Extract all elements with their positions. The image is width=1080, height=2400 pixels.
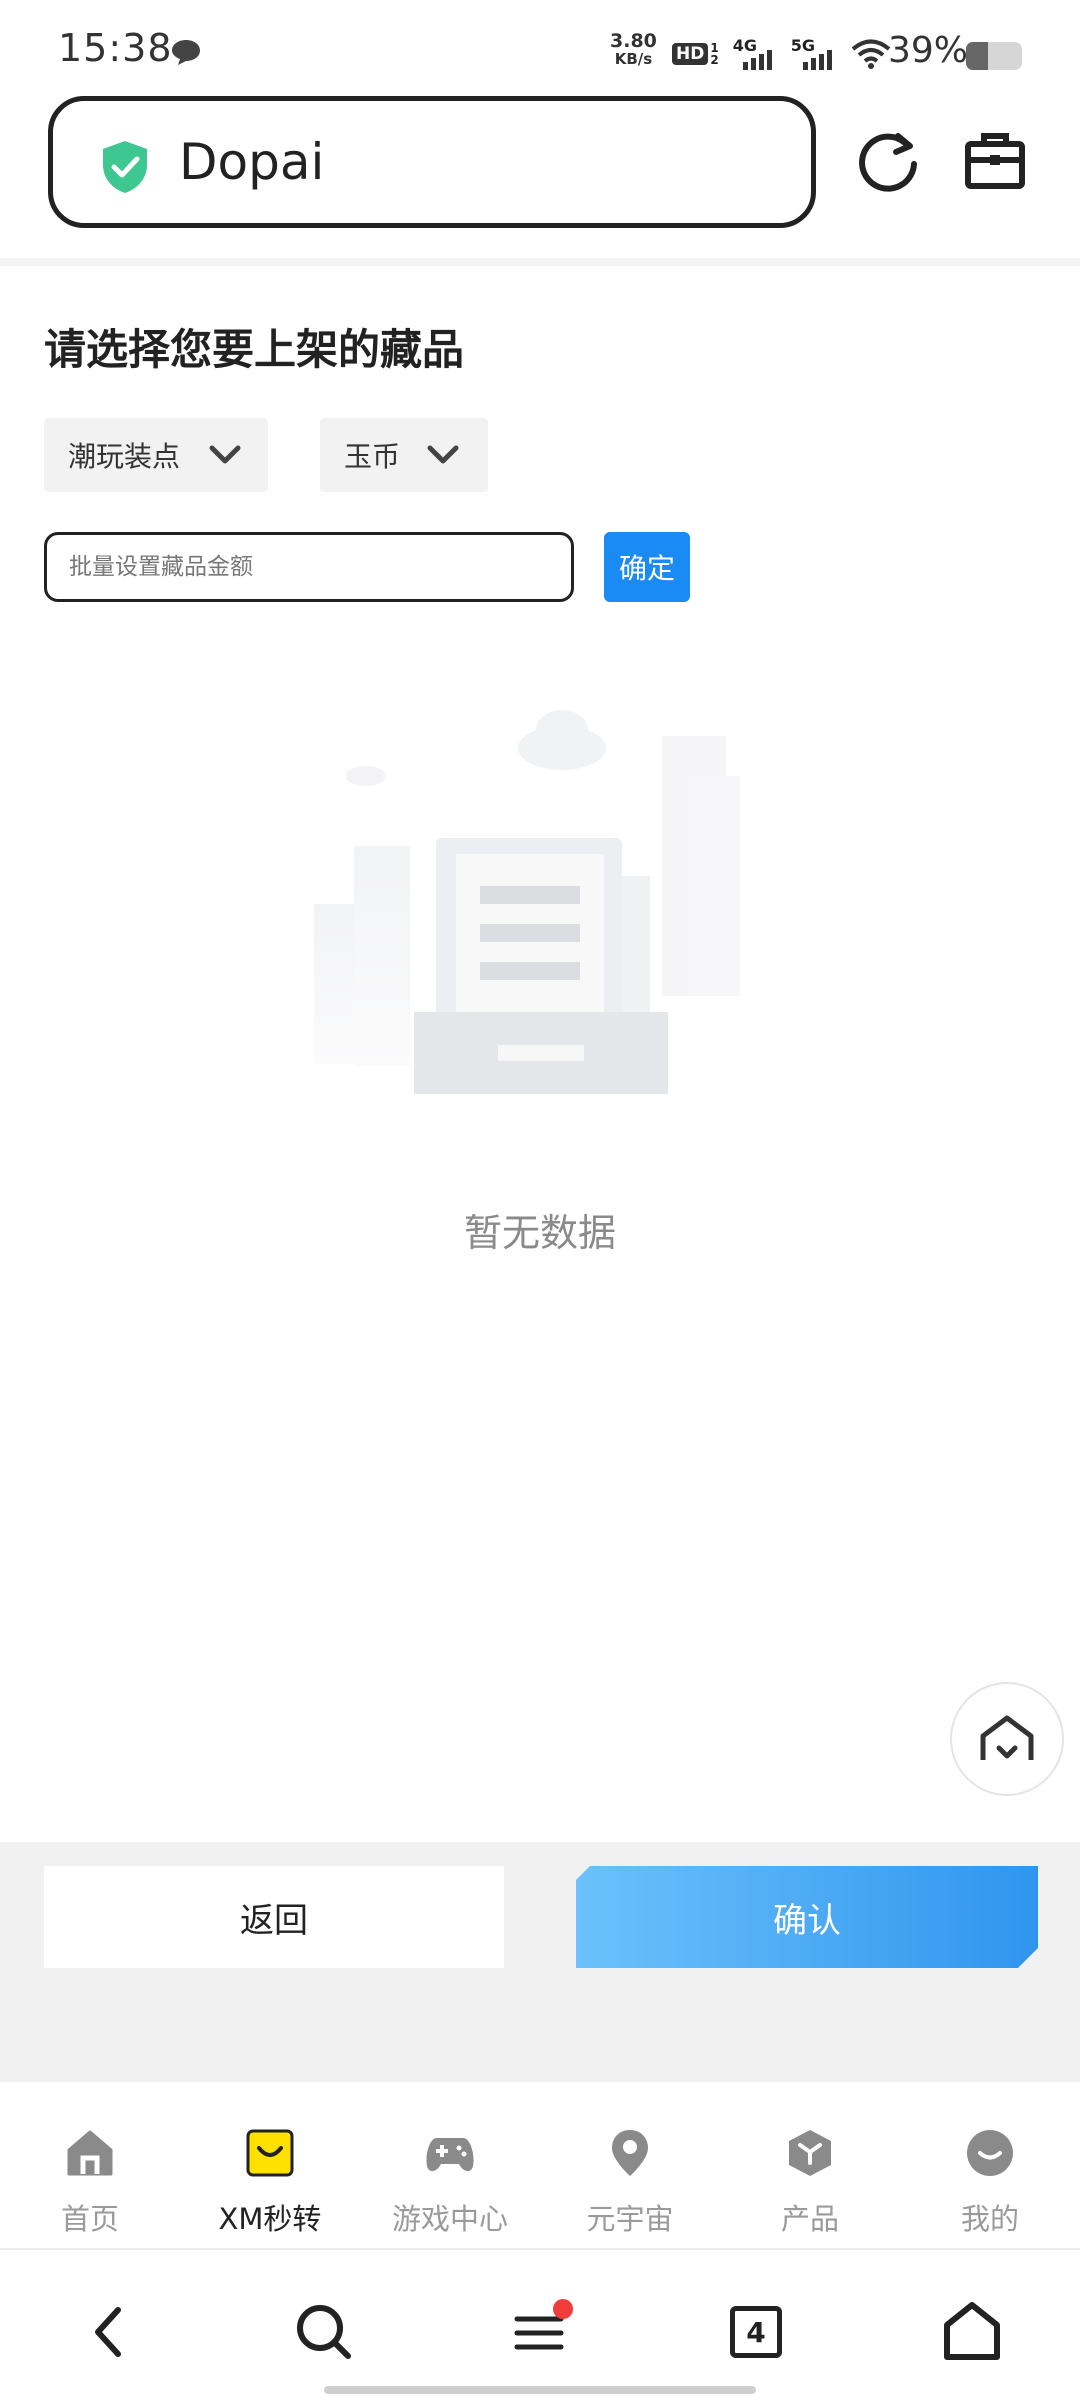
signal-4g-icon: 4G (733, 36, 777, 72)
home-button[interactable] (932, 2292, 1012, 2372)
signal-5g-icon: 5G (791, 36, 837, 72)
tab-count: 4 (730, 2306, 782, 2358)
floating-home-button[interactable] (950, 1682, 1064, 1796)
nav-label: 元宇宙 (586, 2202, 674, 2236)
nav-item-xm-transfer[interactable]: XM秒转 (180, 2084, 360, 2250)
empty-state-illustration (314, 710, 740, 1094)
category-dropdown[interactable]: 潮玩装点 (44, 418, 268, 492)
nav-item-mine[interactable]: 我的 (900, 2084, 1080, 2250)
nav-label: 游戏中心 (391, 2202, 508, 2236)
back-button[interactable]: 返回 (44, 1866, 504, 1968)
menu-icon (514, 2299, 573, 2350)
back-nav-button[interactable] (68, 2292, 148, 2372)
smile-face-icon (967, 2130, 1013, 2176)
currency-dropdown[interactable]: 玉币 (320, 418, 488, 492)
refresh-icon[interactable] (856, 128, 922, 194)
url-bar[interactable]: Dopai (48, 96, 816, 228)
wifi-icon (851, 39, 890, 69)
nav-label: 首页 (60, 2202, 119, 2236)
gamepad-icon (426, 2138, 474, 2172)
browser-toolbar: 4 (0, 2252, 1080, 2400)
shield-check-icon (103, 141, 147, 193)
menu-button[interactable] (500, 2292, 580, 2372)
tabs-button[interactable]: 4 (716, 2292, 796, 2372)
nav-label: XM秒转 (218, 2202, 322, 2236)
battery-percent: 39% (888, 30, 969, 71)
home-arrow-icon (980, 1715, 1034, 1760)
nav-item-products[interactable]: 产品 (720, 2084, 900, 2250)
location-pin-icon (612, 2130, 648, 2176)
header-divider (0, 258, 1080, 266)
cube-icon (789, 2130, 831, 2176)
toolbox-icon[interactable] (962, 128, 1028, 194)
network-speed: 3.80 KB/s (610, 30, 657, 68)
status-time: 15:38 (58, 26, 173, 70)
chevron-down-icon (209, 445, 241, 464)
category-dropdown-label: 潮玩装点 (68, 440, 181, 473)
nav-label: 我的 (960, 2202, 1019, 2236)
site-name: Dopai (179, 133, 325, 191)
page-title: 请选择您要上架的藏品 (44, 325, 465, 374)
set-amount-button[interactable]: 确定 (604, 532, 690, 602)
nav-item-home[interactable]: 首页 (0, 2084, 180, 2250)
currency-dropdown-label: 玉币 (344, 440, 401, 473)
notification-dot (553, 2299, 573, 2319)
message-icon (172, 40, 200, 65)
hd-icon: HD 12 (672, 42, 719, 66)
batch-amount-input[interactable] (44, 532, 574, 602)
empty-state-text: 暂无数据 (463, 1211, 616, 1255)
bag-smile-icon (246, 2129, 294, 2177)
bottom-nav: 首页 XM秒转 游戏中心 元宇宙 产品 我的 (0, 2084, 1080, 2250)
nav-label: 产品 (780, 2202, 839, 2236)
gesture-bar (324, 2386, 756, 2394)
nav-item-metaverse[interactable]: 元宇宙 (540, 2084, 720, 2250)
confirm-button[interactable]: 确认 (576, 1866, 1038, 1968)
search-icon (297, 2305, 351, 2359)
battery-icon (966, 42, 1022, 70)
home-outline-icon (944, 2302, 1000, 2360)
home-icon (67, 2130, 113, 2176)
status-icons: HD 12 4G 5G (672, 34, 891, 74)
chevron-left-icon (95, 2307, 121, 2357)
nav-item-game-center[interactable]: 游戏中心 (360, 2084, 540, 2250)
chevron-down-icon (427, 445, 459, 464)
search-button[interactable] (284, 2292, 364, 2372)
